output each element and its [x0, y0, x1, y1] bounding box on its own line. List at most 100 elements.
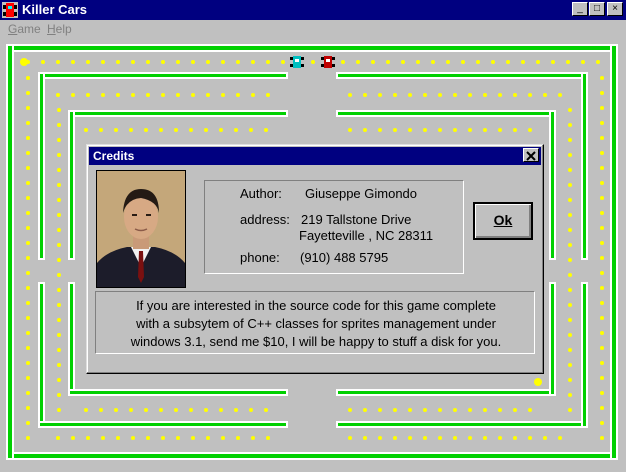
pellet-dot [568, 228, 572, 232]
close-icon [526, 151, 536, 161]
pellet-dot [348, 93, 352, 97]
pellet-dot [386, 60, 390, 64]
message-line-1: If you are interested in the source code… [136, 298, 496, 313]
pellet-dot [234, 408, 238, 412]
pellet-dot [41, 60, 45, 64]
pellet-dot [131, 60, 135, 64]
dialog-titlebar[interactable]: Credits [89, 147, 541, 165]
pellet-dot [249, 128, 253, 132]
pellet-dot [57, 273, 61, 277]
pellet-dot [86, 436, 90, 440]
pellet-dot [600, 406, 604, 410]
track-wall [549, 110, 556, 260]
maximize-button[interactable]: □ [589, 2, 605, 16]
pellet-dot [453, 128, 457, 132]
pellet-dot [438, 436, 442, 440]
close-button[interactable]: × [607, 2, 623, 16]
pellet-dot [600, 301, 604, 305]
pellet-dot [191, 93, 195, 97]
pellet-dot [56, 60, 60, 64]
pellet-dot [600, 331, 604, 335]
window-titlebar[interactable]: Killer Cars _ □ × [0, 0, 626, 20]
pellet-dot [189, 128, 193, 132]
pellet-dot [116, 60, 120, 64]
pellet-dot [57, 318, 61, 322]
author-info-box: Author: Giuseppe Gimondo address: 219 Ta… [204, 180, 464, 274]
pellet-dot [363, 93, 367, 97]
pellet-dot [57, 348, 61, 352]
pellet-dot [600, 391, 604, 395]
dialog-close-button[interactable] [523, 148, 539, 162]
track-wall [581, 72, 588, 260]
pellet-dot [57, 123, 61, 127]
pellet-dot [423, 436, 427, 440]
track-wall [610, 44, 618, 460]
pellet-dot [568, 408, 572, 412]
pellet-dot [423, 408, 427, 412]
killer-cars-app-icon[interactable] [2, 2, 18, 18]
pellet-dot [251, 93, 255, 97]
menu-help[interactable]: Help [47, 22, 72, 36]
pellet-dot [146, 60, 150, 64]
pellet-dot [498, 408, 502, 412]
pellet-dot [144, 408, 148, 412]
pellet-dot [513, 436, 517, 440]
pellet-dot [71, 60, 75, 64]
pellet-dot [206, 436, 210, 440]
pellet-dot [528, 128, 532, 132]
track-wall [6, 452, 618, 460]
menu-game[interactable]: Game [8, 22, 41, 36]
track-wall [6, 44, 14, 460]
pellet-dot [600, 91, 604, 95]
pellet-dot [600, 316, 604, 320]
track-wall [68, 110, 288, 117]
pellet-dot [600, 166, 604, 170]
pellet-dot [251, 60, 255, 64]
ok-button[interactable]: Ok [473, 202, 533, 240]
pellet-dot [476, 60, 480, 64]
track-wall [68, 389, 288, 396]
minimize-button[interactable]: _ [572, 2, 588, 16]
pellet-dot [498, 93, 502, 97]
pellet-dot [249, 408, 253, 412]
pellet-dot [558, 93, 562, 97]
pellet-dot [57, 138, 61, 142]
pellet-dot [408, 128, 412, 132]
pellet-dot [568, 153, 572, 157]
pellet-dot [408, 408, 412, 412]
pellet-dot [57, 153, 61, 157]
pellet-dot [251, 436, 255, 440]
phone-label: phone: [240, 250, 280, 265]
pellet-dot [84, 408, 88, 412]
pellet-dot [483, 436, 487, 440]
pellet-dot [558, 436, 562, 440]
pellet-dot [348, 436, 352, 440]
maximize-icon: □ [593, 3, 601, 14]
pellet-dot [159, 408, 163, 412]
pellet-dot [144, 128, 148, 132]
phone-value: (910) 488 5795 [300, 250, 389, 265]
pellet-dot [206, 60, 210, 64]
pellet-dot [348, 408, 352, 412]
pellet-dot [159, 128, 163, 132]
pellet-dot [468, 128, 472, 132]
pellet-dot [26, 316, 30, 320]
track-wall [38, 72, 45, 260]
pellet-dot [568, 333, 572, 337]
pellet-dot [189, 408, 193, 412]
pellet-dot [236, 60, 240, 64]
credits-dialog: Credits Author: Giuseppe Gimondo address… [86, 144, 544, 374]
power-pellet [534, 378, 542, 386]
pellet-dot [129, 128, 133, 132]
pellet-dot [234, 128, 238, 132]
pellet-dot [528, 436, 532, 440]
pellet-dot [453, 436, 457, 440]
pellet-dot [431, 60, 435, 64]
message-line-3: windows 3.1, send me $10, I will be happ… [130, 334, 502, 349]
track-wall [38, 421, 288, 428]
pellet-dot [498, 436, 502, 440]
pellet-dot [176, 60, 180, 64]
pellet-dot [363, 128, 367, 132]
pellet-dot [568, 258, 572, 262]
pellet-dot [568, 108, 572, 112]
